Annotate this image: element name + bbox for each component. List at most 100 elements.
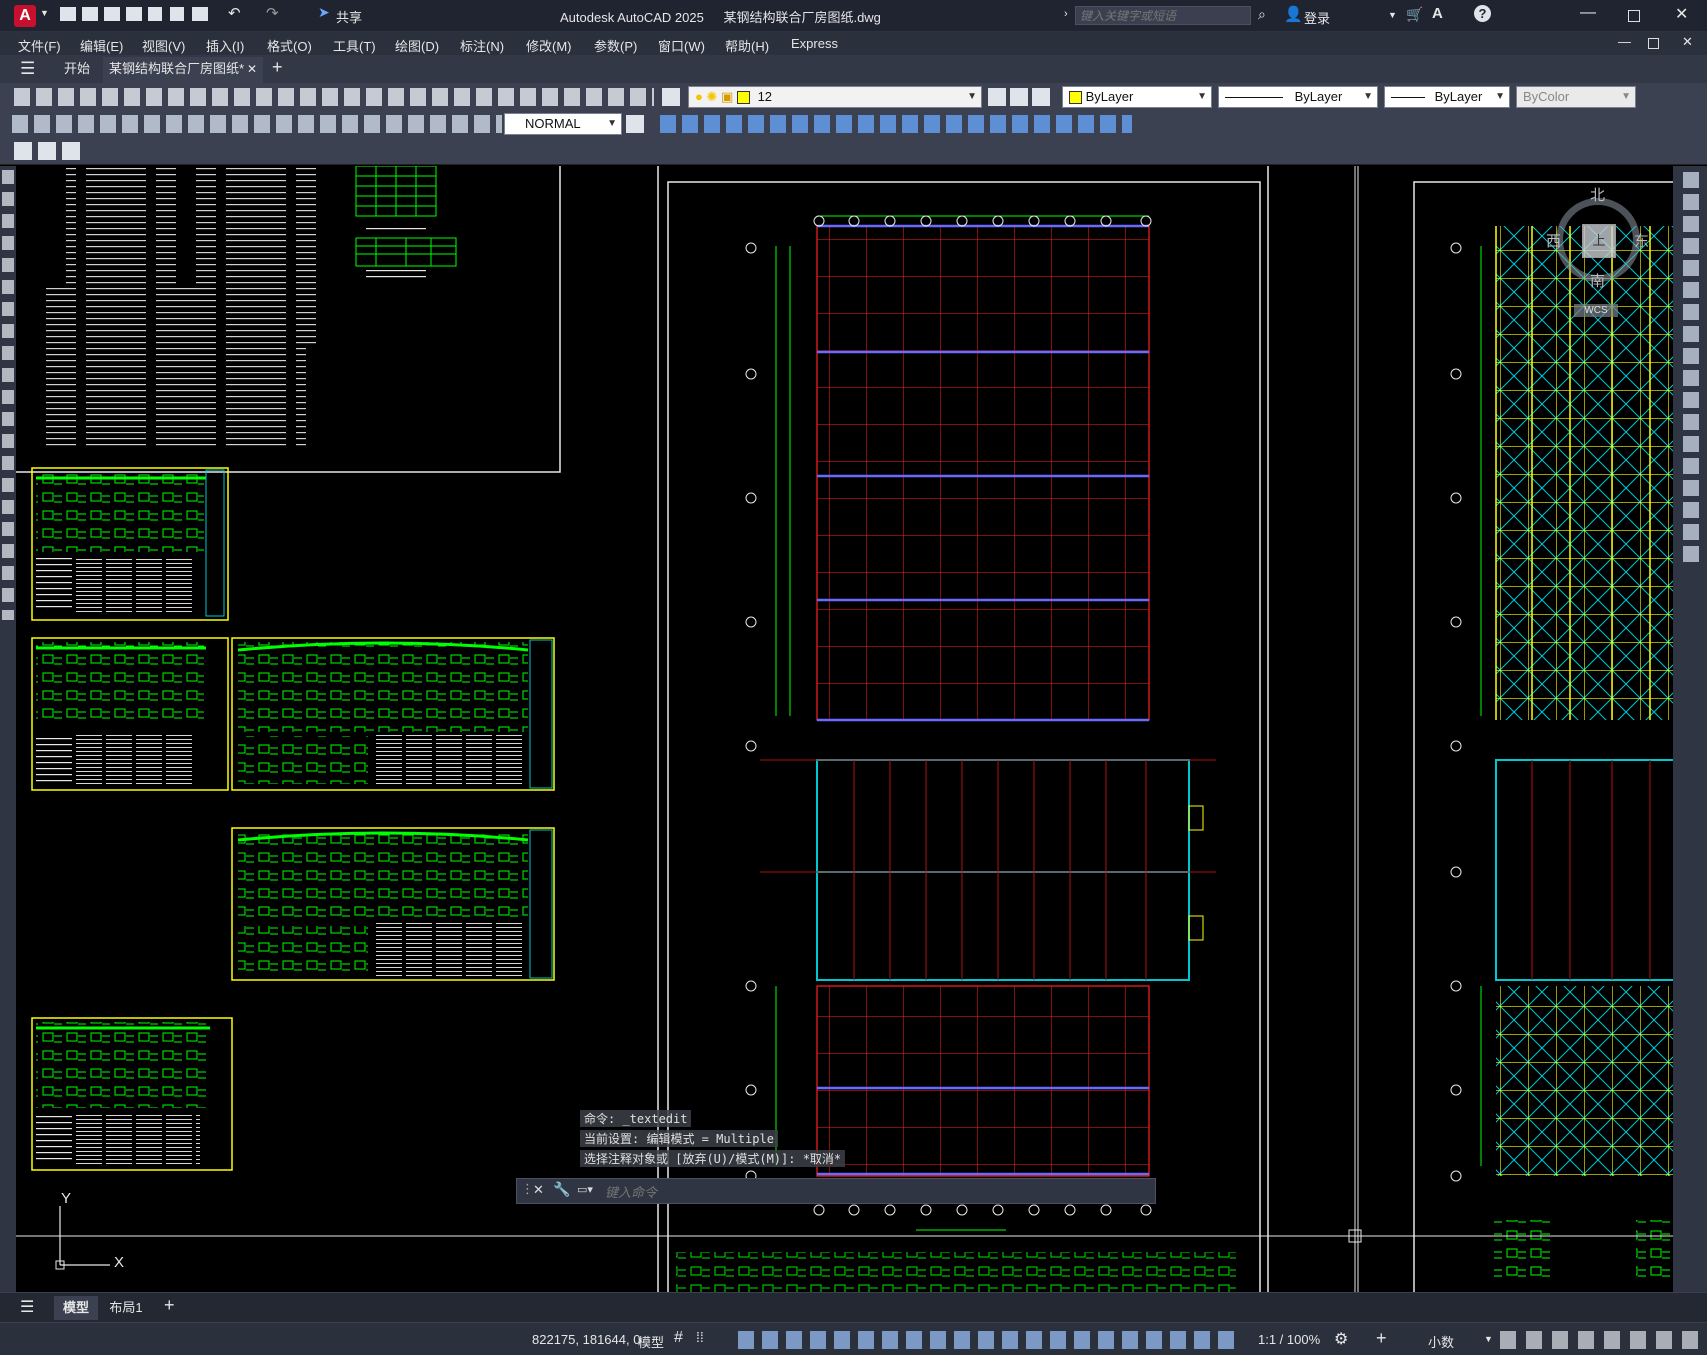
save-as-icon[interactable] — [126, 7, 142, 21]
tab-close-icon[interactable]: ✕ — [247, 57, 257, 81]
snap-icon[interactable]: ⁞⁞ — [696, 1329, 704, 1345]
dimstyle-manager-icon[interactable] — [626, 115, 644, 133]
command-history-line: 当前设置: 编辑模式 = Multiple — [580, 1130, 778, 1147]
hamburger-menu-icon[interactable]: ☰ — [20, 59, 35, 79]
publish-icon[interactable] — [170, 7, 184, 21]
menu-tools[interactable]: 工具(T) — [333, 36, 376, 55]
drawing-svg — [16, 166, 1673, 1292]
autocad-logo-icon[interactable]: A — [14, 5, 36, 27]
sheet-thumb-1 — [31, 467, 229, 621]
doc-minimize-icon[interactable]: — — [1618, 34, 1631, 49]
search-expand-icon[interactable]: › — [1064, 8, 1068, 20]
annotation-scale[interactable]: 1:1 / 100% — [1258, 1332, 1320, 1347]
open-file-icon[interactable] — [82, 7, 98, 21]
login-label[interactable]: 登录 — [1304, 8, 1330, 27]
units-readout[interactable]: 小数 — [1428, 1332, 1454, 1351]
command-input[interactable] — [603, 1181, 1147, 1203]
block-close-icon[interactable] — [62, 142, 80, 160]
tab-start[interactable]: 开始 — [52, 57, 102, 81]
tab-active-document[interactable]: 某钢结构联合厂房图纸* ✕ — [103, 57, 263, 83]
viewcube-east[interactable]: 东 — [1634, 230, 1649, 251]
grid-icon[interactable]: # — [674, 1329, 683, 1347]
modify-tools-strip[interactable] — [1683, 172, 1699, 562]
color-chevron-icon: ▼ — [1197, 91, 1207, 102]
tab-model[interactable]: 模型 — [54, 1296, 98, 1320]
autodesk-a360-icon[interactable]: A — [1432, 5, 1443, 22]
menu-dimension[interactable]: 标注(N) — [460, 36, 504, 55]
workspace-gear-icon[interactable]: ⚙ — [1334, 1329, 1348, 1349]
layout-menu-icon[interactable]: ☰ — [20, 1297, 34, 1317]
doc-close-icon[interactable]: ✕ — [1682, 34, 1693, 50]
close-window-icon[interactable]: ✕ — [1675, 4, 1688, 24]
right-sheet — [1413, 181, 1673, 1292]
share-icon[interactable]: ➤ — [318, 4, 330, 21]
ucs-x-label: X — [114, 1254, 125, 1271]
make-current-layer-icon[interactable] — [988, 88, 1006, 106]
plot-icon[interactable] — [192, 7, 208, 21]
draw-tools-strip[interactable] — [2, 170, 14, 620]
block-save-icon[interactable] — [38, 142, 56, 160]
app-menu-chevron-icon[interactable]: ▼ — [40, 8, 49, 18]
save-icon[interactable] — [104, 7, 120, 21]
cart-icon[interactable]: 🛒 — [1406, 6, 1423, 23]
viewcube-wcs[interactable]: WCS — [1574, 304, 1618, 317]
share-label[interactable]: 共享 — [336, 7, 362, 26]
menu-window[interactable]: 窗口(W) — [658, 36, 705, 55]
menu-view[interactable]: 视图(V) — [142, 36, 185, 55]
undo-icon[interactable]: ↶ — [228, 4, 241, 22]
search-input[interactable] — [1075, 6, 1251, 25]
maximize-window-icon[interactable] — [1628, 10, 1640, 22]
status-toggles[interactable] — [738, 1331, 1238, 1349]
help-icon[interactable]: ? — [1474, 5, 1491, 22]
dimstyle-dropdown[interactable]: NORMAL ▼ — [504, 113, 622, 135]
layer-previous-icon[interactable] — [1010, 88, 1028, 106]
menu-modify[interactable]: 修改(M) — [526, 36, 572, 55]
menu-insert[interactable]: 插入(I) — [206, 36, 244, 55]
command-customize-icon[interactable]: 🔧 — [553, 1181, 570, 1198]
menu-draw[interactable]: 绘图(D) — [395, 36, 439, 55]
tab-layout1[interactable]: 布局1 — [104, 1296, 148, 1320]
new-file-icon[interactable] — [60, 7, 76, 21]
command-close-icon[interactable]: ✕ — [533, 1182, 544, 1198]
command-recent-icon[interactable]: ▭▾ — [577, 1183, 593, 1196]
menu-edit[interactable]: 编辑(E) — [80, 36, 123, 55]
color-dropdown[interactable]: ByLayer ▼ — [1062, 86, 1212, 108]
model-space-toggle[interactable]: 模型 — [638, 1332, 664, 1351]
block-edit-icon[interactable] — [14, 142, 32, 160]
toolbar-standard: ● ✺ ▣ 12 ▼ ByLayer ▼ ByLayer ▼ ByLayer ▼… — [0, 83, 1707, 111]
annotation-monitor-icon[interactable]: + — [1376, 1328, 1387, 1349]
layer-dropdown[interactable]: ● ✺ ▣ 12 ▼ — [688, 86, 982, 108]
plotstyle-dropdown[interactable]: ByColor ▼ — [1516, 86, 1636, 108]
coordinate-readout[interactable]: 822175, 181644, 0 — [532, 1332, 640, 1347]
color-value: ByLayer — [1085, 89, 1134, 104]
lineweight-dropdown[interactable]: ByLayer ▼ — [1384, 86, 1510, 108]
layer-match-icon[interactable] — [1032, 88, 1050, 106]
viewcube-west[interactable]: 西 — [1546, 230, 1561, 251]
add-layout-icon[interactable]: + — [164, 1295, 175, 1316]
viewcube-north[interactable]: 北 — [1590, 184, 1605, 205]
minimize-window-icon[interactable]: — — [1580, 4, 1596, 22]
menu-express[interactable]: Express — [791, 36, 838, 51]
viewcube-south[interactable]: 南 — [1590, 270, 1605, 291]
menu-parameter[interactable]: 参数(P) — [594, 36, 637, 55]
menu-help[interactable]: 帮助(H) — [725, 36, 769, 55]
menu-format[interactable]: 格式(O) — [267, 36, 312, 55]
ucs-y-label: Y — [61, 1190, 72, 1207]
redo-icon[interactable]: ↷ — [266, 4, 279, 22]
new-tab-icon[interactable]: + — [272, 57, 283, 78]
linetype-dropdown[interactable]: ByLayer ▼ — [1218, 86, 1378, 108]
menu-file[interactable]: 文件(F) — [18, 36, 61, 55]
login-chevron-icon[interactable]: ▼ — [1388, 10, 1397, 20]
web-save-icon[interactable] — [148, 7, 162, 21]
doc-restore-icon[interactable] — [1648, 38, 1659, 49]
toolbar-extra — [0, 138, 1707, 165]
drawing-canvas[interactable]: Y X 上 北 南 西 东 WCS 命令: _textedit 当前设置: 编辑… — [16, 166, 1673, 1292]
user-icon[interactable]: 👤 — [1284, 5, 1303, 23]
status-right-tools[interactable] — [1500, 1331, 1700, 1349]
layer-properties-icon[interactable] — [662, 88, 680, 106]
tab-model-label: 模型 — [62, 1300, 89, 1315]
search-icon[interactable]: ⌕ — [1258, 6, 1266, 23]
viewcube-face[interactable]: 上 — [1582, 224, 1616, 258]
viewcube[interactable]: 上 北 南 西 东 WCS — [1538, 184, 1658, 317]
units-chevron-icon[interactable]: ▼ — [1484, 1334, 1493, 1344]
